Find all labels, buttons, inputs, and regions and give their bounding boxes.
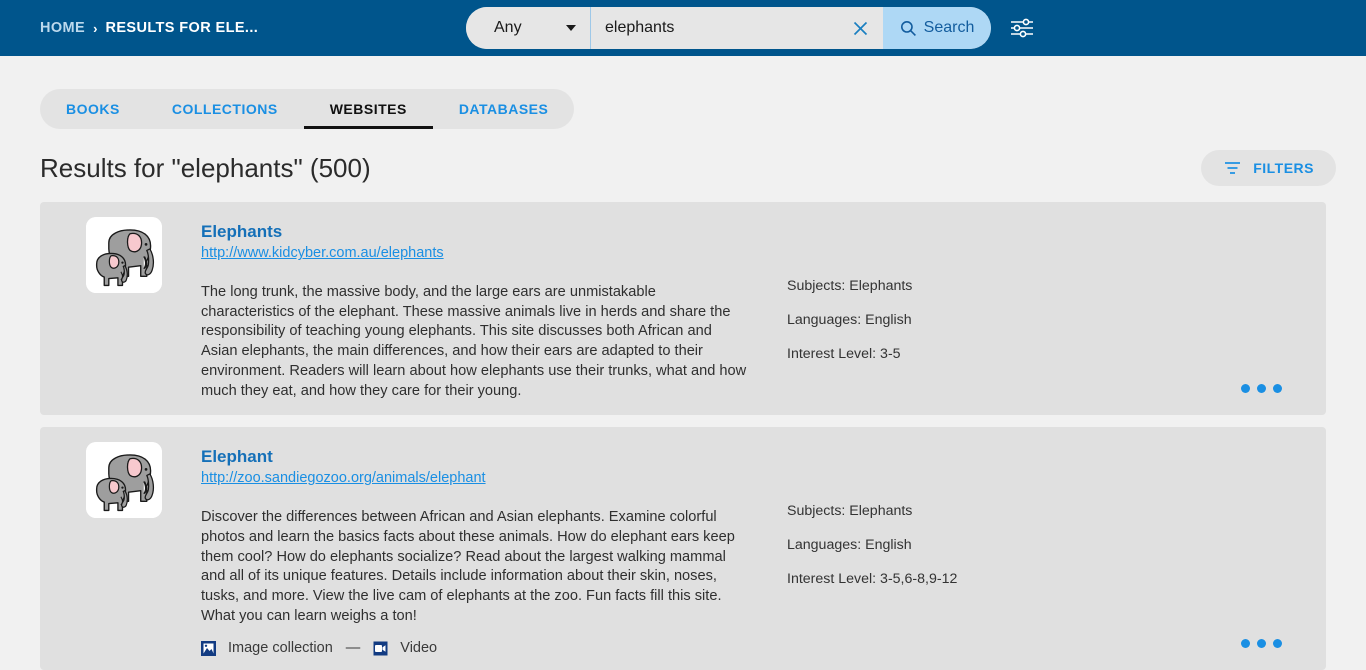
tab-books[interactable]: BOOKS <box>40 89 146 129</box>
elephants-thumbnail <box>86 442 162 519</box>
meta-languages: Languages: English <box>787 312 912 328</box>
tabs-row: BOOKS COLLECTIONS WEBSITES DATABASES <box>0 56 1366 129</box>
result-card[interactable]: Elephants http://www.kidcyber.com.au/ele… <box>40 202 1326 416</box>
sliders-icon <box>1011 18 1033 38</box>
elephants-thumbnail <box>86 217 162 293</box>
search-scope-dropdown[interactable]: Any <box>466 7 591 49</box>
result-url-link[interactable]: http://www.kidcyber.com.au/elephants <box>201 244 747 263</box>
more-options-button[interactable] <box>1235 378 1288 399</box>
result-body: Elephants http://www.kidcyber.com.au/ele… <box>162 216 747 401</box>
search-icon <box>900 20 916 36</box>
media-separator: — <box>345 640 361 657</box>
result-media-row: Image collection — Video <box>201 640 747 656</box>
more-options-icon <box>1273 639 1282 649</box>
breadcrumb: HOME › RESULTS FOR ELE... <box>0 20 258 36</box>
funnel-icon <box>1225 161 1241 174</box>
app-header: HOME › RESULTS FOR ELE... Any Search <box>0 0 1366 56</box>
meta-subjects: Subjects: Elephants <box>787 278 913 294</box>
result-title-link[interactable]: Elephants <box>201 221 282 242</box>
result-description: Discover the differences between African… <box>201 509 735 624</box>
breadcrumb-current: RESULTS FOR ELE... <box>105 20 259 36</box>
results-header: Results for "elephants" (500) FILTERS <box>0 129 1366 186</box>
media-image-collection[interactable]: Image collection <box>201 640 333 656</box>
breadcrumb-home-link[interactable]: HOME <box>40 20 85 36</box>
meta-subjects: Subjects: Elephants <box>787 503 913 520</box>
result-title-link[interactable]: Elephant <box>201 446 273 467</box>
meta-interest-level: Interest Level: 3-5 <box>787 346 901 362</box>
filters-button-label: FILTERS <box>1253 160 1314 176</box>
page-title: Results for "elephants" (500) <box>40 152 371 183</box>
result-description: The long trunk, the massive body, and th… <box>201 284 747 399</box>
more-options-icon <box>1273 384 1282 394</box>
result-thumbnail-wrap <box>86 441 162 656</box>
media-video-label: Video <box>400 640 438 657</box>
chevron-right-icon: › <box>93 20 98 36</box>
more-options-icon <box>1241 384 1250 394</box>
clear-search-button[interactable] <box>845 13 875 43</box>
more-options-icon <box>1241 639 1250 649</box>
search-button-label: Search <box>923 19 975 36</box>
chevron-down-icon <box>566 25 576 31</box>
advanced-settings-button[interactable] <box>1006 12 1038 44</box>
search-bar: Any Search <box>466 7 991 49</box>
result-body: Elephant http://zoo.sandiegozoo.org/anim… <box>162 441 747 656</box>
result-metadata: Subjects: Elephants Languages: English I… <box>747 216 1077 401</box>
result-thumbnail-wrap <box>86 216 162 401</box>
result-metadata: Subjects: Elephants Languages: English I… <box>747 441 1077 656</box>
tab-collections[interactable]: COLLECTIONS <box>146 89 304 129</box>
search-input[interactable] <box>605 19 845 37</box>
result-card[interactable]: Elephant http://zoo.sandiegozoo.org/anim… <box>40 427 1326 670</box>
meta-languages: Languages: English <box>787 537 912 554</box>
search-scope-label: Any <box>494 19 522 36</box>
media-image-collection-label: Image collection <box>228 640 333 657</box>
more-options-button[interactable] <box>1235 633 1288 654</box>
image-collection-icon <box>201 640 216 656</box>
results-list: Elephants http://www.kidcyber.com.au/ele… <box>0 186 1366 670</box>
tab-databases[interactable]: DATABASES <box>433 89 575 129</box>
meta-interest-level: Interest Level: 3-5,6-8,9-12 <box>787 571 958 588</box>
filters-button[interactable]: FILTERS <box>1201 150 1336 186</box>
more-options-icon <box>1257 384 1266 394</box>
tab-websites[interactable]: WEBSITES <box>303 89 433 129</box>
search-input-wrap <box>591 7 883 49</box>
search-button[interactable]: Search <box>883 7 991 49</box>
media-video[interactable]: Video <box>373 640 437 656</box>
result-url-link[interactable]: http://zoo.sandiegozoo.org/animals/eleph… <box>201 469 747 488</box>
result-type-tabs: BOOKS COLLECTIONS WEBSITES DATABASES <box>40 89 575 129</box>
more-options-icon <box>1257 639 1266 649</box>
close-icon <box>853 21 867 35</box>
video-icon <box>373 641 388 656</box>
